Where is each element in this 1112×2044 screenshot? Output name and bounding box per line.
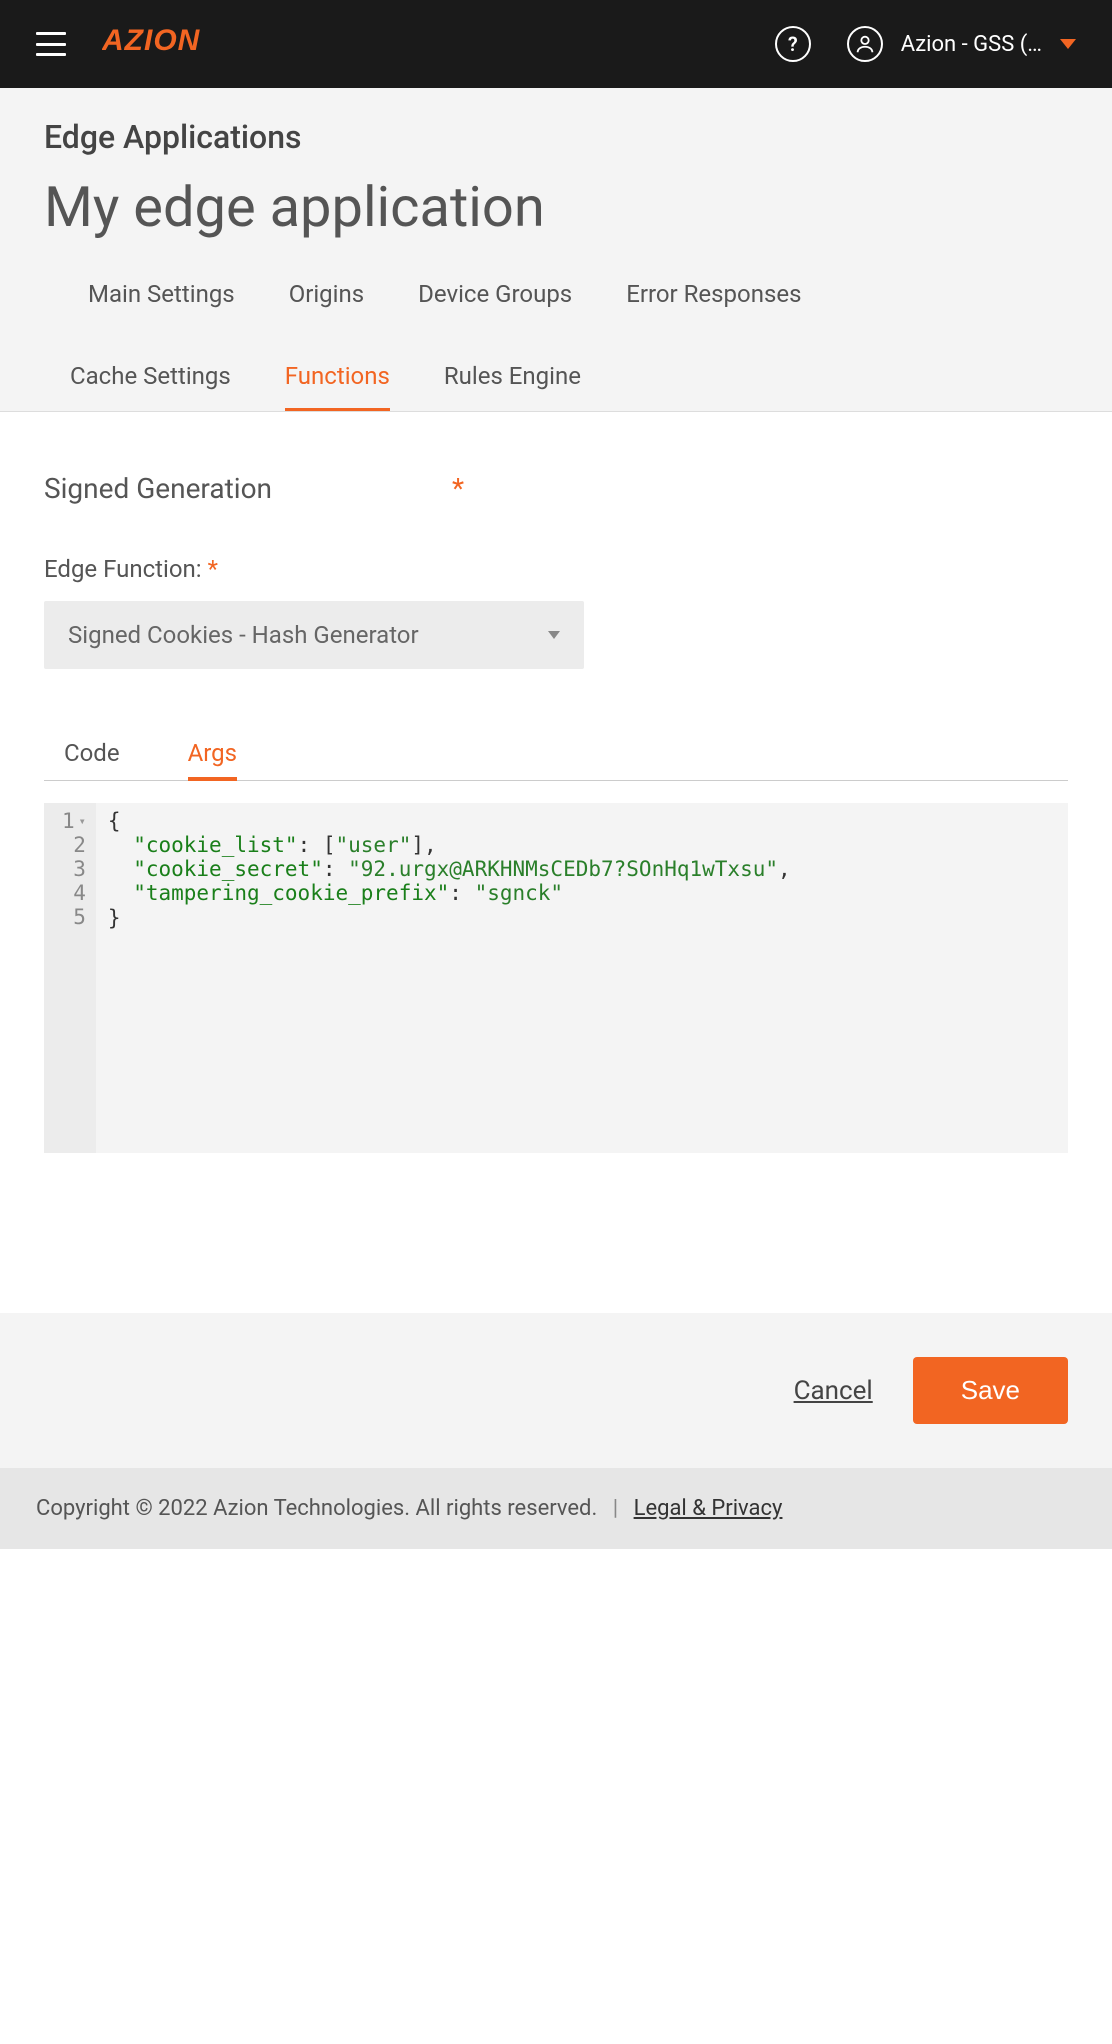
required-marker: *	[208, 555, 218, 583]
footer-legal-link[interactable]: Legal & Privacy	[634, 1496, 783, 1521]
tab-device-groups[interactable]: Device Groups	[418, 274, 572, 326]
tab-cache-settings[interactable]: Cache Settings	[70, 356, 231, 411]
account-label: Azion - GSS (…	[901, 32, 1042, 57]
edge-function-selected: Signed Cookies - Hash Generator	[68, 621, 419, 649]
hamburger-menu-icon[interactable]	[36, 32, 66, 56]
action-bar: Cancel Save	[0, 1313, 1112, 1468]
account-menu[interactable]: Azion - GSS (…	[847, 26, 1076, 62]
cancel-button[interactable]: Cancel	[794, 1376, 873, 1406]
content: Signed Generation * Edge Function: * Sig…	[0, 412, 1112, 1193]
page-head: Edge Applications My edge application Ma…	[0, 88, 1112, 411]
instance-name-row: Signed Generation *	[44, 472, 1068, 505]
tab-functions[interactable]: Functions	[285, 356, 390, 411]
instance-name-value: Signed Generation	[44, 472, 272, 505]
save-button[interactable]: Save	[913, 1357, 1068, 1424]
header-left: AZION	[36, 23, 232, 66]
subtabs: Code Args	[44, 729, 1068, 781]
editor-code[interactable]: { "cookie_list": ["user"], "cookie_secre…	[96, 803, 1068, 1153]
tabs-row2: Cache Settings Functions Rules Engine	[44, 326, 1068, 411]
svg-text:AZION: AZION	[102, 24, 201, 57]
edge-function-label: Edge Function: *	[44, 555, 1068, 583]
tab-origins[interactable]: Origins	[289, 274, 364, 326]
args-editor[interactable]: 1▾ 2 3 4 5 { "cookie_list": ["user"], "c…	[44, 803, 1068, 1153]
footer-copyright: Copyright © 2022 Azion Technologies. All…	[36, 1496, 597, 1521]
tab-error-responses[interactable]: Error Responses	[626, 274, 801, 326]
subtab-args[interactable]: Args	[188, 729, 237, 781]
required-marker: *	[452, 472, 464, 505]
help-icon[interactable]: ?	[775, 26, 811, 62]
user-avatar-icon	[847, 26, 883, 62]
page-title: My edge application	[44, 174, 1068, 240]
app-header: AZION ? Azion - GSS (…	[0, 0, 1112, 88]
header-right: ? Azion - GSS (…	[775, 26, 1076, 62]
azion-logo: AZION	[102, 23, 232, 66]
editor-gutter: 1▾ 2 3 4 5	[44, 803, 96, 1153]
tab-rules-engine[interactable]: Rules Engine	[444, 356, 581, 411]
breadcrumb[interactable]: Edge Applications	[44, 118, 1068, 156]
footer-separator: |	[613, 1496, 618, 1521]
footer: Copyright © 2022 Azion Technologies. All…	[0, 1468, 1112, 1549]
tab-main-settings[interactable]: Main Settings	[88, 274, 235, 326]
chevron-down-icon	[1060, 39, 1076, 49]
subtab-code[interactable]: Code	[64, 729, 120, 780]
edge-function-select[interactable]: Signed Cookies - Hash Generator	[44, 601, 584, 669]
chevron-down-icon	[548, 631, 560, 639]
tabs-row1: Main Settings Origins Device Groups Erro…	[44, 274, 1068, 326]
